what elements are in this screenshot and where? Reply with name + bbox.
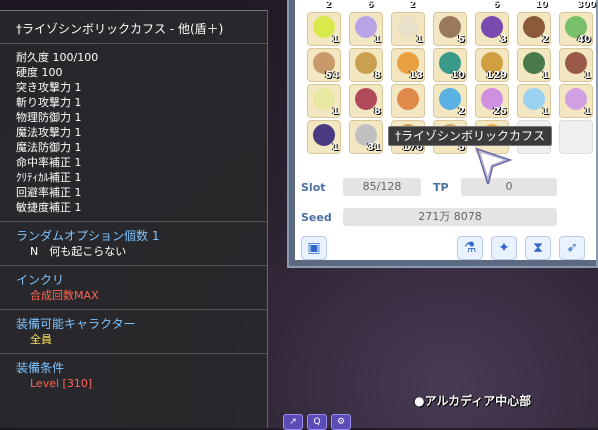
slot-label: Slot bbox=[301, 181, 326, 194]
divider bbox=[0, 353, 267, 354]
inventory-slot[interactable] bbox=[559, 120, 593, 154]
item-count: 10 bbox=[535, 0, 548, 10]
inventory-slot[interactable]: 1 bbox=[517, 48, 551, 82]
item-count: 1 bbox=[416, 34, 423, 45]
stats-list: 耐久度 100/100 硬度 100 突き攻撃力 1 斬り攻撃力 1 物理防御力… bbox=[16, 50, 259, 215]
item-count: 129 bbox=[486, 70, 507, 81]
stat-line: ｸﾘﾃｨｶﾙ補正 1 bbox=[16, 171, 82, 184]
inventory-slot[interactable]: 2 bbox=[433, 84, 467, 118]
incri-value: 合成回数MAX bbox=[30, 289, 99, 302]
item-count: 54 bbox=[325, 70, 339, 81]
random-option-value: N 何も起こらない bbox=[30, 245, 127, 258]
item-count: 1 bbox=[374, 34, 381, 45]
inventory-slot[interactable]: 54 bbox=[307, 48, 341, 82]
item-count: 3 bbox=[500, 34, 507, 45]
tp-label: TP bbox=[433, 181, 449, 194]
sparkle-icon[interactable]: ✦ bbox=[491, 236, 517, 260]
item-count: 1 bbox=[584, 70, 591, 81]
inventory-slot[interactable]: 1 bbox=[307, 12, 341, 46]
item-count: 2 bbox=[325, 0, 332, 10]
stat-line: 耐久度 100/100 bbox=[16, 51, 99, 64]
flask-icon[interactable]: ⚗ bbox=[457, 236, 483, 260]
item-count: 6 bbox=[493, 0, 500, 10]
item-title: †ライゾシンボリックカフス - 他(盾＋) bbox=[16, 22, 224, 36]
item-count: 1 bbox=[542, 70, 549, 81]
inventory-slot[interactable]: 10 bbox=[433, 48, 467, 82]
stat-line: 硬度 100 bbox=[16, 66, 63, 79]
item-count: 300 bbox=[577, 0, 596, 10]
random-option-heading: ランダムオプション個数 1 bbox=[16, 229, 160, 243]
item-count: 1 bbox=[332, 142, 339, 153]
item-count: 10 bbox=[451, 70, 465, 81]
inventory-slot[interactable]: 5 bbox=[433, 12, 467, 46]
seed-label: Seed bbox=[301, 211, 332, 224]
location-label: ●アルカディア中心部 bbox=[414, 394, 532, 408]
inventory-slot[interactable]: 31 bbox=[349, 120, 383, 154]
stat-line: 突き攻撃力 1 bbox=[16, 81, 82, 94]
inventory-slot[interactable]: 1 bbox=[307, 84, 341, 118]
item-count: 2 bbox=[458, 106, 465, 117]
condition-value: Level [310] bbox=[30, 377, 93, 390]
item-count: 25 bbox=[493, 106, 507, 117]
item-hover-label: †ライゾシンボリックカフス bbox=[388, 126, 553, 146]
item-count: 8 bbox=[374, 70, 381, 81]
inventory-slot[interactable]: 1 bbox=[349, 12, 383, 46]
divider bbox=[0, 309, 267, 310]
item-count: 8 bbox=[374, 106, 381, 117]
item-count: 13 bbox=[409, 70, 423, 81]
item-count: 2 bbox=[409, 0, 416, 10]
equip-heading: 装備可能キャラクター bbox=[16, 317, 136, 331]
inventory-slot[interactable]: 40 bbox=[559, 12, 593, 46]
slot-value: 85/128 bbox=[343, 178, 421, 196]
item-count: 1 bbox=[584, 106, 591, 117]
bag-icon[interactable]: ▣ bbox=[301, 236, 327, 260]
item-count: 1 bbox=[542, 106, 549, 117]
stat-line: 魔法防御力 1 bbox=[16, 141, 82, 154]
item-icon bbox=[397, 88, 419, 110]
stat-line: 斬り攻撃力 1 bbox=[16, 96, 82, 109]
inventory-slot[interactable]: 1 bbox=[391, 12, 425, 46]
inventory-slot[interactable]: 1 bbox=[559, 48, 593, 82]
inventory-slot[interactable]: 25 bbox=[475, 84, 509, 118]
hourglass-icon[interactable]: ⧗ bbox=[525, 236, 551, 260]
inventory-slot[interactable]: 8 bbox=[349, 48, 383, 82]
inventory-slot[interactable] bbox=[391, 84, 425, 118]
condition-heading: 装備条件 bbox=[16, 361, 65, 375]
inventory-slot[interactable]: 13 bbox=[391, 48, 425, 82]
item-count: 1 bbox=[332, 106, 339, 117]
stat-line: 敏捷度補正 1 bbox=[16, 201, 82, 214]
inventory-slot[interactable]: 129 bbox=[475, 48, 509, 82]
cursor-icon bbox=[475, 148, 513, 184]
item-count: 6 bbox=[367, 0, 374, 10]
item-count: 40 bbox=[577, 34, 591, 45]
equip-value: 全員 bbox=[30, 333, 52, 346]
stat-line: 回避率補正 1 bbox=[16, 186, 82, 199]
stat-line: 命中率補正 1 bbox=[16, 156, 82, 169]
inventory-slot[interactable]: 1 bbox=[517, 84, 551, 118]
item-count: 5 bbox=[458, 34, 465, 45]
inventory-slot[interactable]: 2 bbox=[517, 12, 551, 46]
inventory-slot[interactable]: 1 bbox=[559, 84, 593, 118]
seed-value: 271万 8078 bbox=[343, 208, 557, 226]
inventory-slot[interactable]: 8 bbox=[349, 84, 383, 118]
item-count: 31 bbox=[367, 142, 381, 153]
incri-heading: インクリ bbox=[16, 273, 65, 287]
stat-line: 魔法攻撃力 1 bbox=[16, 126, 82, 139]
divider bbox=[0, 265, 267, 266]
divider bbox=[0, 221, 267, 222]
wing-icon[interactable]: ➶ bbox=[559, 236, 585, 260]
inventory-slot[interactable]: 3 bbox=[475, 12, 509, 46]
divider bbox=[0, 43, 267, 44]
item-count: 1 bbox=[332, 34, 339, 45]
inventory-toolbar: ▣ ⚗ ✦ ⧗ ➶ bbox=[301, 236, 596, 260]
stat-line: 物理防御力 1 bbox=[16, 111, 82, 124]
item-tooltip: †ライゾシンボリックカフス - 他(盾＋) 耐久度 100/100 硬度 100… bbox=[0, 10, 268, 428]
inventory-slot[interactable]: 1 bbox=[307, 120, 341, 154]
item-count: 2 bbox=[542, 34, 549, 45]
